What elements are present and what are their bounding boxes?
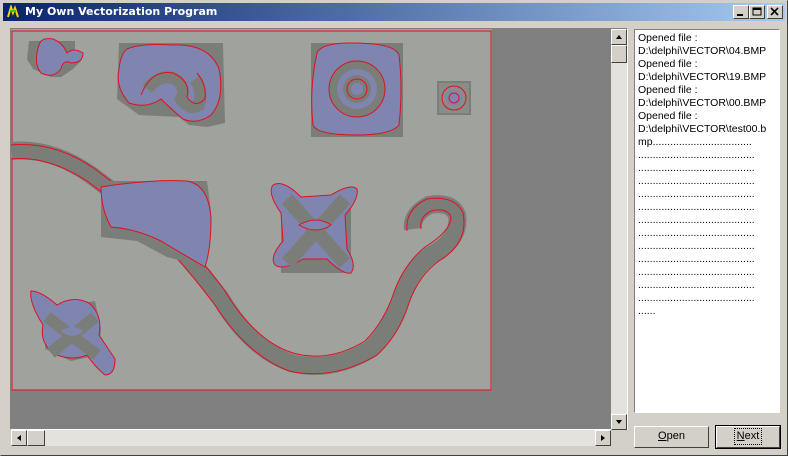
log-line: D:\delphi\VECTOR\test00.b [638, 123, 767, 135]
vectorization-canvas[interactable] [11, 29, 627, 429]
title-bar[interactable]: My Own Vectorization Program [3, 3, 785, 21]
close-icon [770, 7, 779, 16]
vertical-scroll-thumb[interactable] [611, 45, 627, 63]
minimize-icon [737, 14, 743, 16]
scroll-left-button[interactable] [11, 430, 27, 446]
app-icon [6, 5, 20, 19]
shape-cross-diamond [270, 183, 358, 274]
arrow-right-icon [601, 435, 605, 441]
log-line: mp.................................. [638, 136, 752, 148]
open-button[interactable]: Open [634, 426, 709, 448]
log-line: ........................................ [638, 266, 755, 278]
log-line: D:\delphi\VECTOR\00.BMP [638, 97, 767, 109]
canvas-vertical-scrollbar[interactable] [611, 29, 627, 430]
shape-concentric-square [311, 42, 403, 137]
scroll-up-button[interactable] [611, 29, 627, 45]
log-line: ........................................ [638, 240, 755, 252]
log-line: ...... [638, 305, 656, 317]
arrow-down-icon [616, 420, 622, 424]
log-line: ........................................ [638, 175, 755, 187]
log-line: ........................................ [638, 149, 755, 161]
scroll-down-button[interactable] [611, 414, 627, 430]
scrollbar-corner [611, 430, 627, 446]
log-line: ........................................ [638, 279, 755, 291]
log-line: Opened file : [638, 32, 698, 44]
image-canvas-area[interactable] [10, 28, 628, 430]
log-line: D:\delphi\VECTOR\19.BMP [638, 71, 767, 83]
arrow-left-icon [17, 435, 21, 441]
log-line: ........................................ [638, 188, 755, 200]
log-line: ........................................ [638, 201, 755, 213]
log-line: ........................................ [638, 214, 755, 226]
horizontal-scroll-thumb[interactable] [27, 430, 45, 446]
log-line: Opened file : [638, 84, 698, 96]
canvas-horizontal-scrollbar[interactable] [11, 430, 611, 446]
log-line: Opened file : [638, 110, 698, 122]
log-line: ........................................ [638, 292, 755, 304]
log-line: D:\delphi\VECTOR\04.BMP [638, 45, 767, 57]
shape-small-target [437, 81, 471, 115]
log-line: ........................................ [638, 253, 755, 265]
log-line: ........................................ [638, 227, 755, 239]
log-memo[interactable]: Opened file : D:\delphi\VECTOR\04.BMP Op… [634, 29, 780, 413]
arrow-up-icon [616, 35, 622, 39]
window-title: My Own Vectorization Program [25, 5, 218, 18]
scroll-right-button[interactable] [595, 430, 611, 446]
log-line: ........................................ [638, 162, 755, 174]
maximize-icon [752, 7, 762, 16]
close-button[interactable] [767, 5, 783, 19]
minimize-button[interactable] [733, 5, 749, 19]
next-button[interactable]: Next [715, 425, 781, 449]
next-button-label: Next [733, 428, 763, 445]
open-button-label: Open [658, 430, 685, 442]
maximize-button[interactable] [749, 5, 765, 19]
log-line: Opened file : [638, 58, 698, 70]
